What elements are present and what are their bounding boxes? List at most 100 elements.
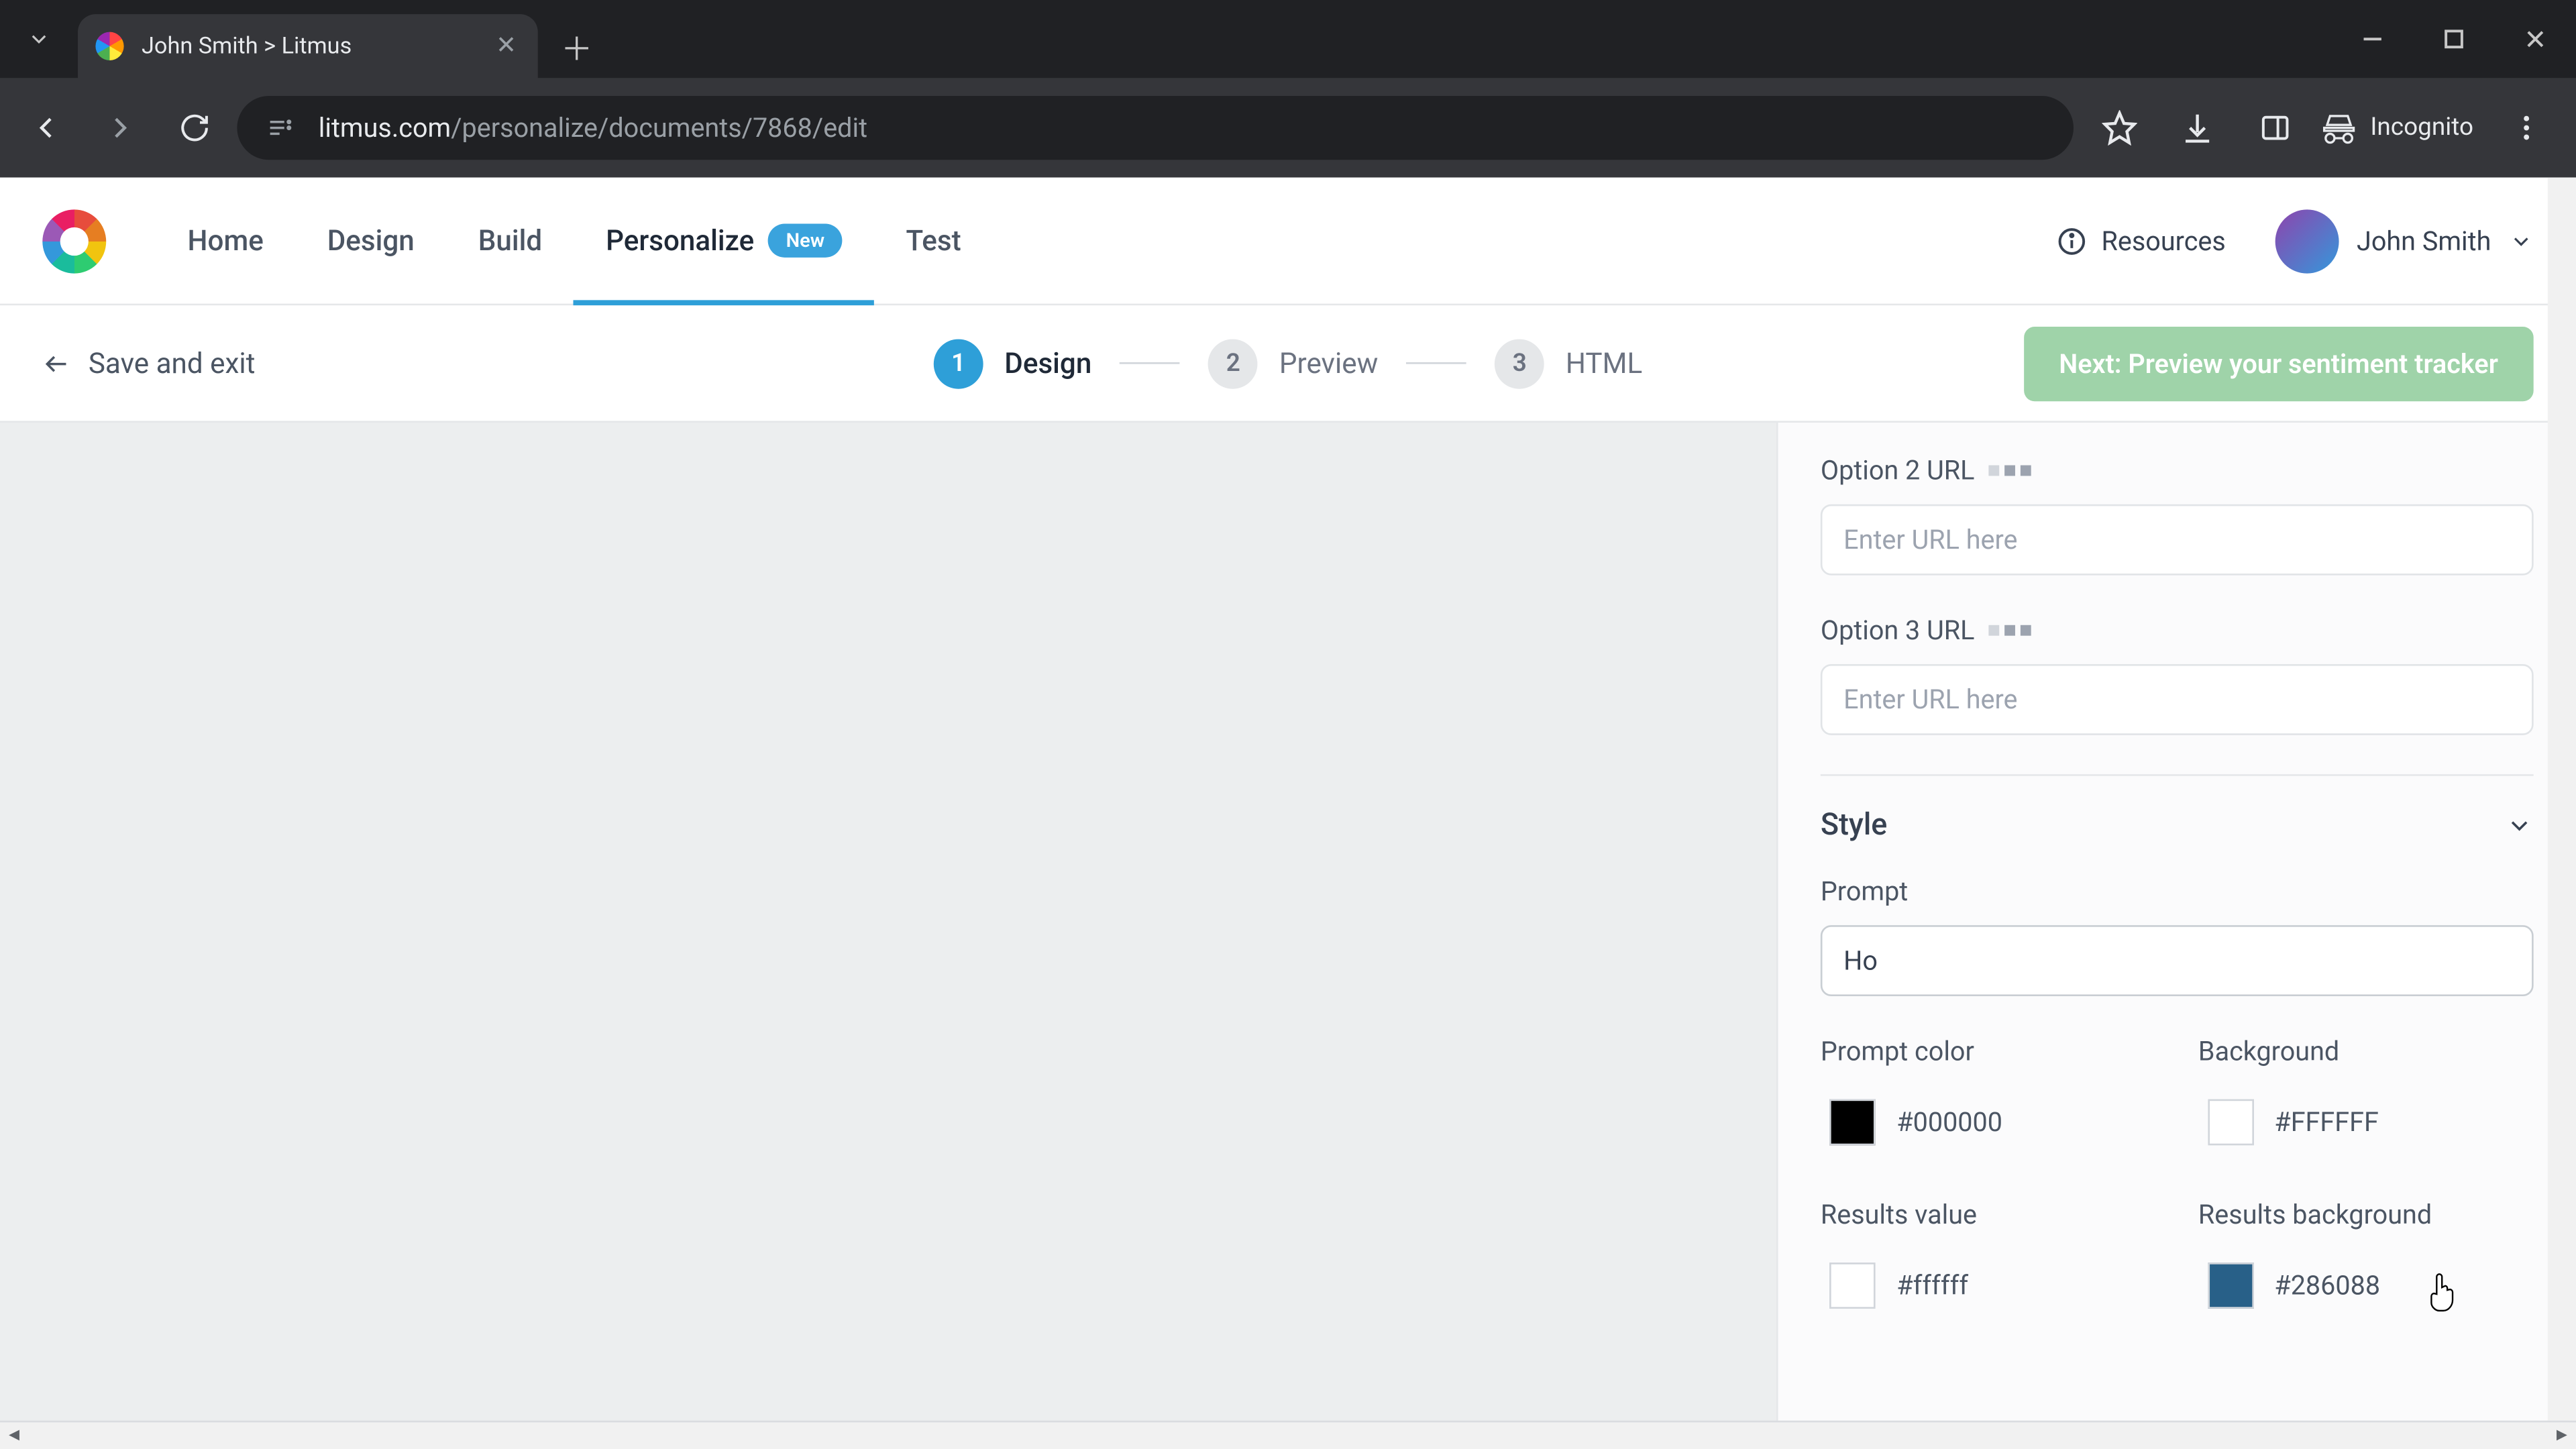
field-results-value: Results value #ffffff [1821, 1199, 2156, 1323]
results-background-picker[interactable]: #286088 [2198, 1248, 2534, 1323]
chevron-down-icon [2506, 812, 2534, 840]
divider [1821, 774, 2534, 776]
nav-personalize-badge: New [768, 224, 842, 258]
option2-url-input[interactable] [1821, 504, 2534, 576]
step-preview-label: Preview [1279, 346, 1378, 380]
background-color-picker[interactable]: #FFFFFF [2198, 1085, 2534, 1159]
browser-menu-icon[interactable] [2491, 93, 2561, 164]
window-controls [2332, 0, 2576, 78]
browser-titlebar: John Smith > Litmus ✕ ＋ [0, 0, 2576, 78]
field-background-color: Background #FFFFFF [2198, 1035, 2534, 1159]
step-design-number: 1 [934, 338, 983, 388]
tab-close-icon[interactable]: ✕ [496, 32, 517, 60]
incognito-icon [2320, 110, 2356, 146]
results-background-label: Results background [2198, 1199, 2432, 1231]
nav-test[interactable]: Test [874, 178, 993, 304]
browser-tab-active[interactable]: John Smith > Litmus ✕ [78, 14, 538, 78]
wizard-steps: 1 Design 2 Preview 3 HTML [934, 338, 1642, 388]
window-minimize-button[interactable] [2332, 0, 2413, 78]
results-background-hex: #286088 [2274, 1270, 2380, 1302]
step-html-label: HTML [1566, 346, 1642, 380]
step-design[interactable]: 1 Design [934, 338, 1092, 388]
arrow-left-icon [42, 349, 70, 377]
vertical-scrollbar[interactable] [2548, 178, 2576, 1421]
url-text: litmus.com/personalize/documents/7868/ed… [319, 112, 867, 144]
results-value-label: Results value [1821, 1199, 1977, 1231]
step-separator [1407, 362, 1467, 364]
back-button[interactable] [14, 96, 78, 160]
window-maximize-button[interactable] [2413, 0, 2494, 78]
prompt-color-hex: #000000 [1896, 1106, 2002, 1138]
reload-button[interactable] [163, 96, 227, 160]
avatar [2275, 209, 2339, 272]
field-option3-url: Option 3 URL [1821, 614, 2534, 735]
results-value-hex: #ffffff [1896, 1270, 1968, 1302]
app-root: Home Design Build Personalize New Test R… [0, 178, 2576, 1449]
new-tab-button[interactable]: ＋ [552, 23, 602, 72]
tab-title: John Smith > Litmus [142, 33, 352, 60]
next-preview-button[interactable]: Next: Preview your sentiment tracker [2023, 326, 2533, 400]
field-prompt-color: Prompt color #000000 [1821, 1035, 2156, 1159]
step-html[interactable]: 3 HTML [1495, 338, 1642, 388]
results-background-swatch [2207, 1263, 2253, 1309]
results-value-picker[interactable]: #ffffff [1821, 1248, 2156, 1323]
incognito-label: Incognito [2370, 113, 2473, 142]
nav-personalize-label: Personalize [606, 224, 754, 258]
prompt-label: Prompt [1821, 875, 1908, 908]
option2-url-label: Option 2 URL [1821, 455, 1975, 487]
user-name: John Smith [2357, 225, 2491, 257]
results-value-swatch [1829, 1263, 1876, 1309]
downloads-icon[interactable] [2161, 93, 2232, 164]
preview-canvas[interactable] [0, 423, 1776, 1449]
style-section-header[interactable]: Style [1821, 808, 2534, 843]
nav-design[interactable]: Design [295, 178, 446, 304]
browser-toolbar: litmus.com/personalize/documents/7868/ed… [0, 78, 2576, 177]
resources-label: Resources [2102, 225, 2226, 257]
nav-home[interactable]: Home [156, 178, 295, 304]
field-option2-url: Option 2 URL [1821, 455, 2534, 576]
save-and-exit-button[interactable]: Save and exit [42, 346, 255, 380]
incognito-indicator[interactable]: Incognito [2317, 110, 2484, 146]
window-close-button[interactable] [2495, 0, 2576, 78]
chevron-down-icon [2509, 228, 2534, 253]
prompt-color-swatch [1829, 1099, 1876, 1146]
prompt-color-picker[interactable]: #000000 [1821, 1085, 2156, 1159]
editor-main: Option 2 URL Option 3 URL [0, 423, 2576, 1449]
address-bar[interactable]: litmus.com/personalize/documents/7868/ed… [237, 96, 2073, 160]
background-hex: #FFFFFF [2274, 1106, 2379, 1138]
horizontal-scrollbar[interactable]: ◄ ► [0, 1421, 2576, 1449]
step-html-number: 3 [1495, 338, 1544, 388]
step-separator [1120, 362, 1181, 364]
main-nav: Home Design Build Personalize New Test [156, 178, 993, 304]
scroll-right-icon[interactable]: ► [2548, 1421, 2576, 1449]
bookmark-star-icon[interactable] [2084, 93, 2154, 164]
merge-tag-icon[interactable] [1989, 625, 2031, 636]
nav-personalize[interactable]: Personalize New [574, 178, 874, 304]
resources-link[interactable]: Resources [2055, 225, 2226, 257]
forward-button[interactable] [89, 96, 152, 160]
site-info-icon[interactable] [262, 110, 297, 146]
field-prompt: Prompt [1821, 875, 2534, 996]
litmus-logo-icon[interactable] [42, 209, 106, 272]
app-header: Home Design Build Personalize New Test R… [0, 178, 2576, 306]
tab-search-dropdown[interactable] [0, 0, 78, 78]
side-panel-icon[interactable] [2239, 93, 2310, 164]
step-preview[interactable]: 2 Preview [1208, 338, 1378, 388]
favicon-icon [95, 32, 123, 60]
properties-panel: Option 2 URL Option 3 URL [1776, 423, 2576, 1449]
info-icon [2055, 225, 2087, 257]
nav-build[interactable]: Build [446, 178, 574, 304]
option3-url-input[interactable] [1821, 664, 2534, 735]
background-swatch [2207, 1099, 2253, 1146]
user-menu[interactable]: John Smith [2275, 209, 2534, 272]
editor-subbar: Save and exit 1 Design 2 Preview 3 HTML … [0, 305, 2576, 423]
style-section-label: Style [1821, 808, 1887, 843]
step-design-label: Design [1004, 346, 1091, 380]
save-and-exit-label: Save and exit [89, 346, 256, 380]
prompt-color-label: Prompt color [1821, 1035, 1974, 1067]
prompt-input[interactable] [1821, 925, 2534, 996]
merge-tag-icon[interactable] [1989, 466, 2031, 476]
scroll-left-icon[interactable]: ◄ [0, 1421, 28, 1449]
option3-url-label: Option 3 URL [1821, 614, 1975, 647]
scroll-track[interactable] [28, 1422, 2548, 1449]
